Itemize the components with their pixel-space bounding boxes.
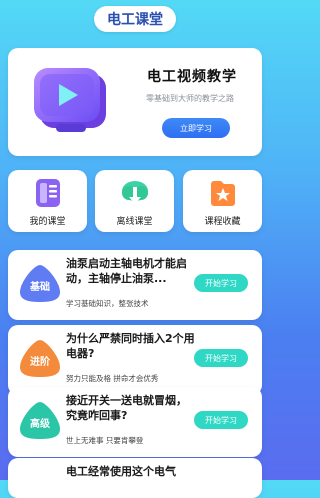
offline-class-label: 离线课堂 <box>116 217 153 227</box>
level-badge: 高级 <box>16 399 64 441</box>
book-icon <box>33 177 63 213</box>
course-favorites-card[interactable]: 课程收藏 <box>183 170 262 232</box>
course-title: 电工经常使用这个电气 <box>66 465 176 478</box>
hero-title: 电工视频教学 <box>147 69 237 85</box>
my-class-card[interactable]: 我的课堂 <box>8 170 87 232</box>
course-subtitle: 学习基础知识，整张技术 <box>66 299 149 308</box>
level-badge: 基础 <box>16 262 64 304</box>
video-play-icon <box>26 62 118 146</box>
course-title: 接近开关一送电就冒烟，究竟咋回事? <box>66 394 187 422</box>
level-badge-text: 进阶 <box>30 357 50 368</box>
level-badge-text: 高级 <box>30 419 50 430</box>
my-class-label: 我的课堂 <box>29 217 66 227</box>
course-subtitle: 世上无难事 只要肯攀登 <box>66 436 144 445</box>
learn-now-button[interactable]: 立即学习 <box>162 118 230 138</box>
start-learning-button[interactable]: 开始学习 <box>194 349 248 367</box>
cloud-download-icon <box>120 177 150 213</box>
page-title: 电工课堂 <box>94 6 176 32</box>
start-learning-button[interactable]: 开始学习 <box>194 411 248 429</box>
star-folder-icon <box>208 177 238 213</box>
start-learning-button[interactable]: 开始学习 <box>194 274 248 292</box>
course-card-basic[interactable]: 基础 油泵启动主轴电机才能启动，主轴停止油泵... 学习基础知识，整张技术 开始… <box>8 250 262 320</box>
hero-card[interactable]: 电工视频教学 零基础到大师的教学之路 立即学习 <box>8 48 262 156</box>
course-title: 为什么严禁同时插入2个用电器? <box>66 332 195 360</box>
level-badge: 进阶 <box>16 337 64 379</box>
offline-class-card[interactable]: 离线课堂 <box>95 170 174 232</box>
course-title: 油泵启动主轴电机才能启动，主轴停止油泵... <box>66 257 187 285</box>
course-card-partial[interactable]: 电工经常使用这个电气 <box>8 458 262 498</box>
level-badge-text: 基础 <box>30 282 50 293</box>
course-card-advanced[interactable]: 高级 接近开关一送电就冒烟，究竟咋回事? 世上无难事 只要肯攀登 开始学习 <box>8 387 262 457</box>
course-card-intermediate[interactable]: 进阶 为什么严禁同时插入2个用电器? 努力只能及格 拼命才会优秀 开始学习 <box>8 325 262 395</box>
course-subtitle: 努力只能及格 拼命才会优秀 <box>66 374 159 383</box>
course-favorites-label: 课程收藏 <box>204 217 241 227</box>
hero-subtitle: 零基础到大师的教学之路 <box>146 94 234 103</box>
